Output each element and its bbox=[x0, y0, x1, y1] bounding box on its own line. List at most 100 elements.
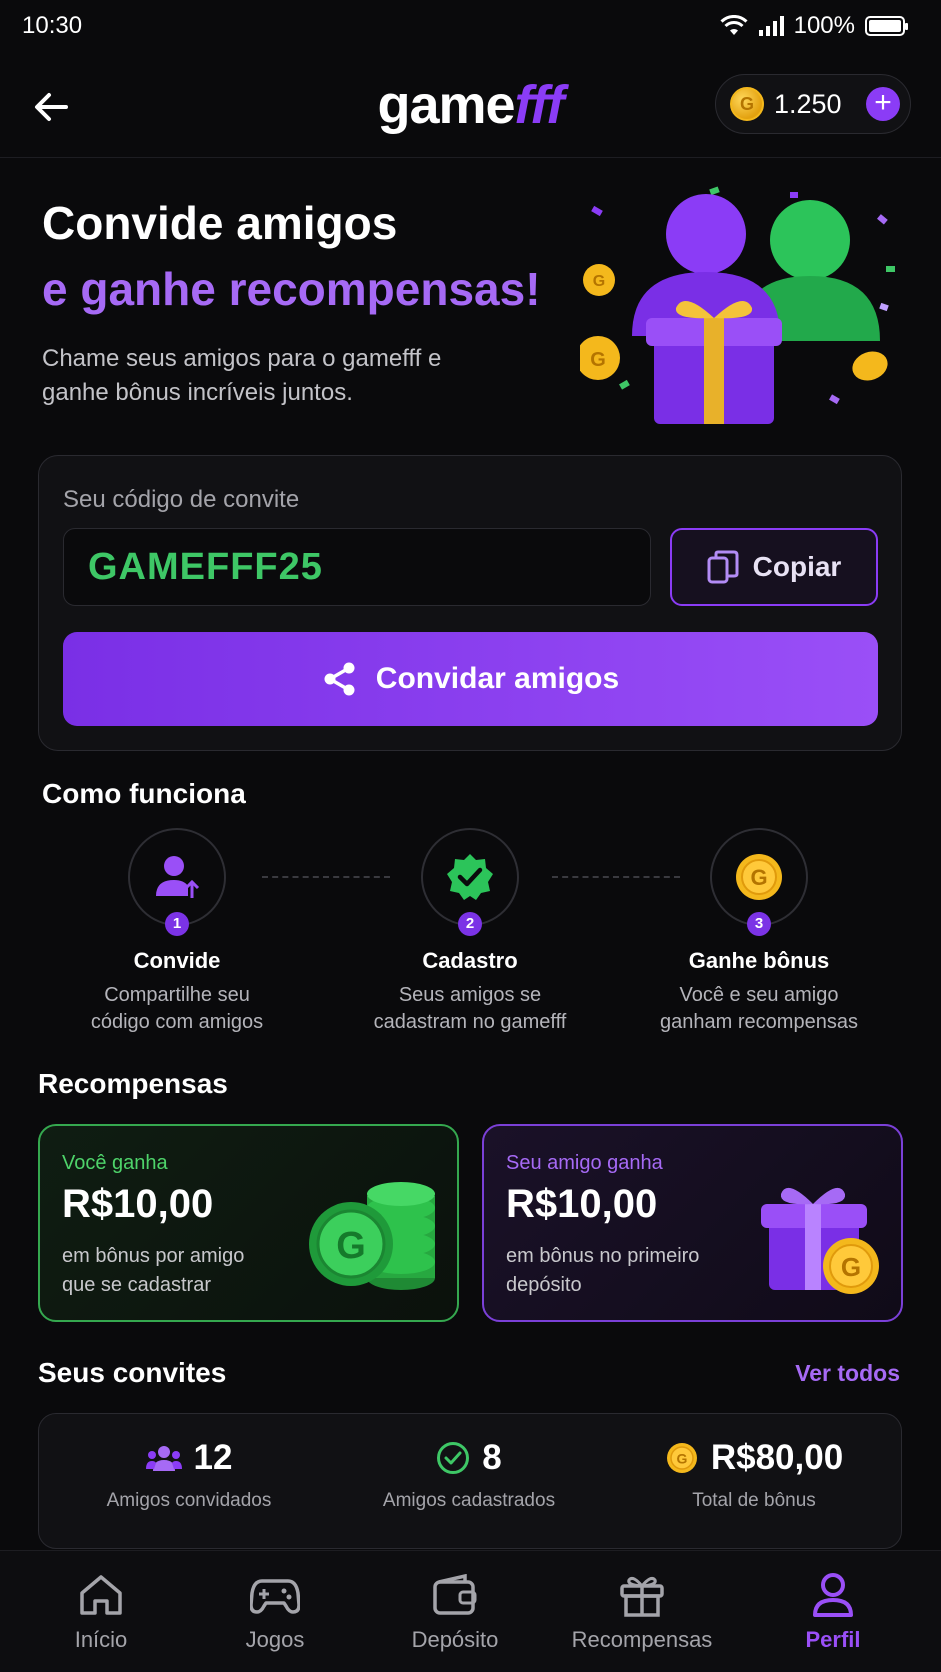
invite-code-card: Seu código de convite GAMEFFF25 Copiar C… bbox=[38, 455, 902, 751]
hero-subtitle: Chame seus amigos para o gamefff e ganhe… bbox=[42, 345, 442, 406]
logo-part-fff: fff bbox=[514, 75, 565, 135]
status-time: 10:30 bbox=[22, 12, 83, 39]
svg-text:G: G bbox=[593, 273, 605, 290]
step-title: Ganhe bônus bbox=[688, 948, 830, 973]
step-number: 2 bbox=[458, 912, 482, 936]
reward-description: em bônus no primeiro depósito bbox=[506, 1245, 700, 1296]
svg-text:G: G bbox=[841, 1252, 861, 1282]
reward-value: R$10,00 bbox=[506, 1182, 658, 1226]
tab-rewards[interactable]: Recompensas bbox=[557, 1569, 727, 1653]
gift-coin-icon: G bbox=[761, 1187, 879, 1294]
rewards-title: Recompensas bbox=[38, 1068, 228, 1099]
hero-title-line2: e ganhe recompensas! bbox=[42, 263, 541, 315]
step-description: Seus amigos se cadastram no gamefff bbox=[340, 982, 600, 1036]
stat-caption: Amigos cadastrados bbox=[382, 1490, 556, 1511]
balance-amount: 1.250 bbox=[774, 88, 842, 119]
reward-value: R$10,00 bbox=[62, 1182, 214, 1226]
friends-gift-illustration: G G bbox=[580, 186, 895, 424]
bottom-tab-bar: Início Jogos Depósito Recompensas Perfil bbox=[0, 1550, 941, 1672]
verified-badge-icon bbox=[447, 854, 493, 900]
svg-text:G: G bbox=[336, 1225, 366, 1267]
user-icon bbox=[813, 1573, 853, 1617]
step-description-line1: Compartilhe seu bbox=[104, 984, 250, 1006]
step-description-line2: cadastram no gamefff bbox=[373, 1011, 567, 1033]
step-signup: 2 Cadastro Seus amigos se cadastram no g… bbox=[340, 828, 600, 1036]
step-number: 3 bbox=[747, 912, 771, 936]
wallet-icon bbox=[433, 1574, 477, 1615]
tab-label: Perfil bbox=[805, 1627, 861, 1652]
logo-part-game: game bbox=[377, 75, 515, 135]
invite-button-label: Convidar amigos bbox=[375, 662, 620, 695]
step-icon-circle: G 3 bbox=[710, 828, 808, 936]
gamepad-icon bbox=[250, 1579, 300, 1614]
tab-label: Recompensas bbox=[571, 1627, 713, 1652]
how-it-works-title: Como funciona bbox=[42, 778, 246, 809]
copy-icon bbox=[707, 550, 739, 584]
step-description: Você e seu amigo ganham recompensas bbox=[629, 982, 889, 1036]
invite-code-label: Seu código de convite bbox=[63, 486, 300, 513]
see-all-link[interactable]: Ver todos bbox=[795, 1360, 900, 1387]
green-coin-stack-icon: G bbox=[309, 1182, 435, 1290]
wallet-balance[interactable]: G 1.250 + bbox=[715, 74, 911, 134]
stat-value: 12 bbox=[193, 1438, 233, 1477]
battery-percent: 100% bbox=[793, 12, 855, 39]
app-header: gamefff G 1.250 + bbox=[0, 56, 941, 158]
step-description: Compartilhe seu código com amigos bbox=[47, 982, 307, 1036]
share-icon bbox=[324, 662, 355, 696]
step-earn-bonus: G 3 Ganhe bônus Você e seu amigo ganham … bbox=[629, 828, 889, 1036]
svg-text:G: G bbox=[590, 349, 606, 371]
step-title: Cadastro bbox=[422, 948, 518, 973]
tab-deposit[interactable]: Depósito bbox=[370, 1569, 540, 1653]
tab-label: Jogos bbox=[245, 1627, 305, 1652]
invites-stats-card: 12 Amigos convidados 8 Amigos cadastrado… bbox=[38, 1413, 902, 1549]
invite-friends-button[interactable]: Convidar amigos bbox=[63, 632, 878, 726]
stat-caption: Amigos convidados bbox=[106, 1490, 272, 1511]
gift-icon bbox=[620, 1577, 664, 1617]
tab-home[interactable]: Início bbox=[16, 1569, 186, 1653]
users-icon bbox=[145, 1446, 182, 1471]
wifi-icon bbox=[720, 15, 748, 35]
step-icon-circle: 1 bbox=[128, 828, 226, 936]
status-icons: 100% bbox=[720, 12, 908, 40]
reward-label: Você ganha bbox=[62, 1152, 168, 1174]
step-description-line1: Seus amigos se bbox=[398, 984, 542, 1006]
step-title: Convide bbox=[133, 948, 221, 973]
stat-caption: Total de bônus bbox=[692, 1490, 816, 1511]
svg-text:G: G bbox=[750, 865, 767, 890]
stat-invited: 12 Amigos convidados bbox=[89, 1438, 289, 1512]
step-icon-circle: 2 bbox=[421, 828, 519, 936]
tab-profile[interactable]: Perfil bbox=[748, 1569, 918, 1653]
reward-card-you: Você ganha R$10,00 em bônus por amigo qu… bbox=[38, 1124, 459, 1322]
copy-button-label: Copiar bbox=[752, 551, 842, 582]
stat-value: 8 bbox=[482, 1438, 502, 1477]
stat-total-bonus: G R$80,00 Total de bônus bbox=[639, 1438, 869, 1512]
reward-card-friend: Seu amigo ganha R$10,00 em bônus no prim… bbox=[482, 1124, 903, 1322]
hero-title-line1: Convide amigos bbox=[42, 197, 398, 249]
invites-title: Seus convites bbox=[38, 1357, 227, 1388]
user-invite-icon bbox=[156, 856, 200, 898]
copy-code-button[interactable]: Copiar bbox=[670, 528, 878, 606]
svg-text:G: G bbox=[676, 1451, 687, 1467]
add-funds-button[interactable]: + bbox=[866, 87, 900, 121]
tab-label: Início bbox=[74, 1627, 128, 1652]
home-icon bbox=[80, 1575, 122, 1615]
step-description-line2: código com amigos bbox=[90, 1011, 264, 1033]
battery-icon bbox=[865, 16, 908, 36]
coin-icon: G bbox=[730, 87, 764, 121]
status-bar: 10:30 100% bbox=[0, 0, 941, 56]
step-number: 1 bbox=[165, 912, 189, 936]
step-description-line1: Você e seu amigo bbox=[679, 984, 839, 1006]
coin-icon: G bbox=[736, 854, 782, 900]
tab-games[interactable]: Jogos bbox=[190, 1569, 360, 1653]
check-circle-icon bbox=[437, 1442, 470, 1474]
reward-description: em bônus por amigo que se cadastrar bbox=[62, 1245, 245, 1296]
step-invite: 1 Convide Compartilhe seu código com ami… bbox=[47, 828, 307, 1036]
coin-icon: G bbox=[666, 1443, 697, 1473]
tab-label: Depósito bbox=[411, 1627, 499, 1652]
invite-code-value: GAMEFFF25 bbox=[88, 546, 323, 588]
invite-code-field[interactable]: GAMEFFF25 bbox=[63, 528, 651, 606]
signal-icon bbox=[758, 16, 784, 36]
stat-registered: 8 Amigos cadastrados bbox=[364, 1438, 574, 1512]
reward-label: Seu amigo ganha bbox=[506, 1152, 663, 1174]
stat-value: R$80,00 bbox=[710, 1438, 844, 1477]
